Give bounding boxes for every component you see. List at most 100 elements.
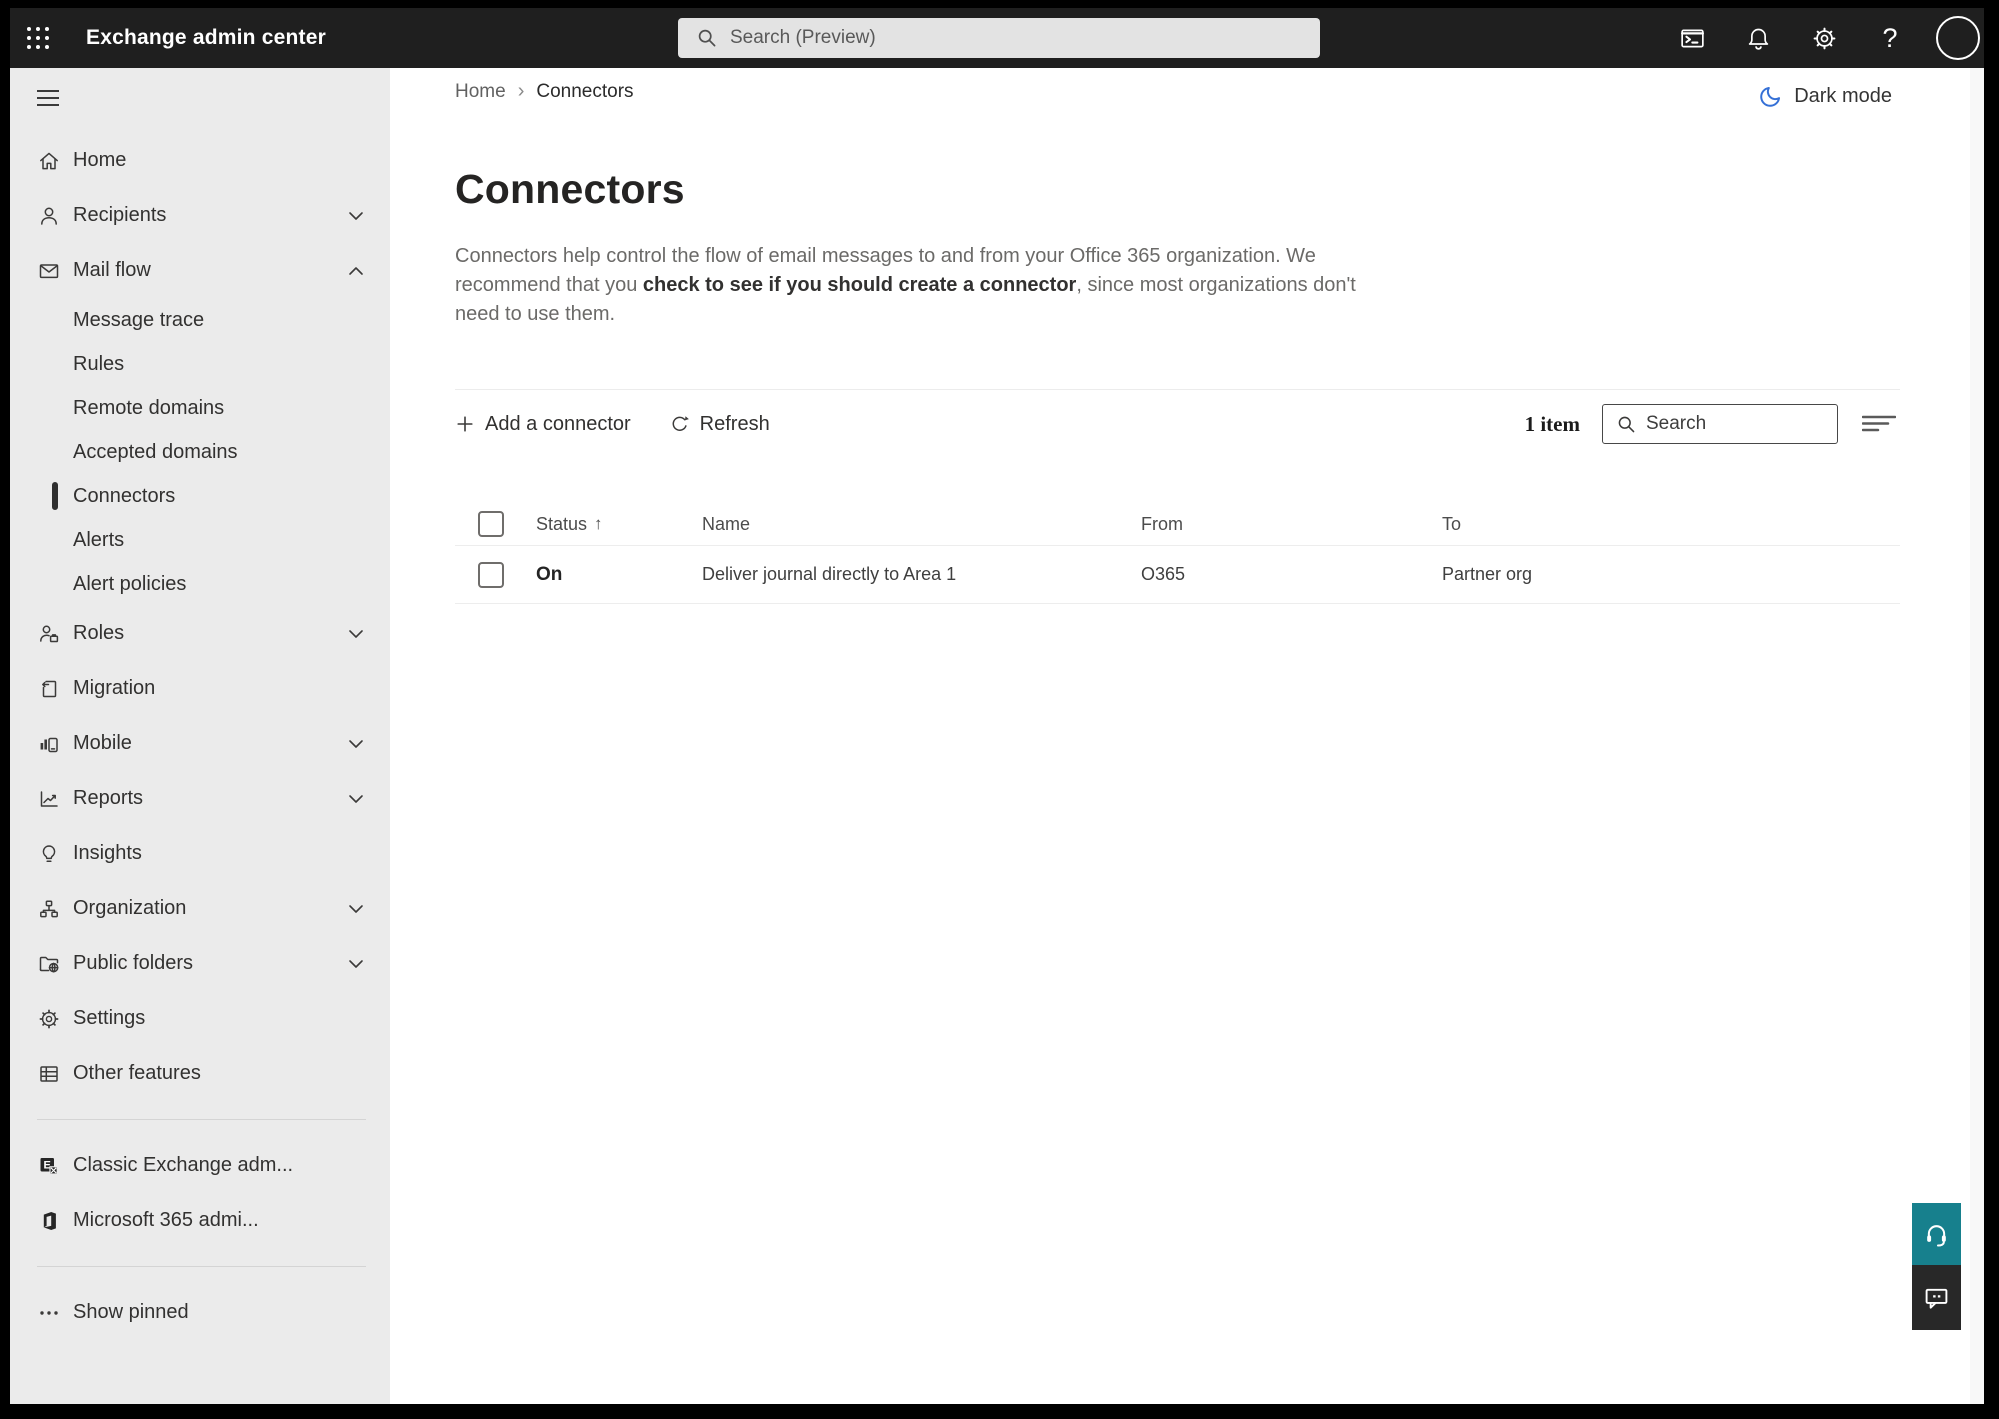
help-button[interactable]: ? <box>1870 18 1910 58</box>
sidebar-item-accepted-domains[interactable]: Accepted domains <box>10 430 390 474</box>
settings-button[interactable] <box>1804 18 1844 58</box>
plus-icon <box>457 416 473 432</box>
sidebar-item-organization[interactable]: Organization <box>10 881 390 936</box>
chevron-up-icon <box>349 266 363 275</box>
topbar-actions: ? <box>1672 8 1980 68</box>
waffle-icon <box>26 26 50 50</box>
row-checkbox[interactable] <box>478 561 504 588</box>
migration-icon <box>37 677 61 701</box>
sidebar-item-roles[interactable]: Roles <box>10 606 390 661</box>
lightbulb-icon <box>37 842 61 866</box>
chevron-down-icon <box>349 794 363 803</box>
sidebar-item-mail-flow[interactable]: Mail flow <box>10 243 390 298</box>
feedback-button[interactable] <box>1912 1265 1961 1330</box>
sidebar-item-alert-policies[interactable]: Alert policies <box>10 562 390 606</box>
dark-mode-label: Dark mode <box>1794 85 1892 107</box>
global-search-input[interactable] <box>730 27 1290 49</box>
chevron-down-icon <box>349 629 363 638</box>
app-launcher-button[interactable] <box>10 8 66 68</box>
sidebar-divider <box>37 1119 366 1120</box>
mail-icon <box>37 259 61 283</box>
sidebar-item-remote-domains[interactable]: Remote domains <box>10 386 390 430</box>
sidebar-item-microsoft-365-admin[interactable]: Microsoft 365 admi... <box>10 1193 390 1248</box>
column-header-status[interactable]: Status ↑ <box>515 514 681 535</box>
list-search-box[interactable] <box>1602 404 1838 444</box>
left-nav: Home Recipients Mail flow Message trace … <box>10 68 390 1404</box>
dark-mode-toggle[interactable]: Dark mode <box>1758 84 1892 109</box>
table-grid-icon <box>37 1062 61 1086</box>
headset-icon <box>1927 1224 1946 1247</box>
reports-icon <box>37 787 61 811</box>
list-toolbar: Add a connector Refresh 1 item <box>455 402 1896 446</box>
chevron-down-icon <box>349 959 363 968</box>
public-folder-icon <box>37 952 61 976</box>
notifications-button[interactable] <box>1738 18 1778 58</box>
sidebar-item-show-pinned[interactable]: Show pinned <box>10 1285 390 1340</box>
sidebar-divider <box>37 1266 366 1267</box>
support-button[interactable] <box>1912 1203 1961 1265</box>
question-mark-icon: ? <box>1882 22 1898 53</box>
search-icon <box>1618 416 1635 432</box>
add-connector-button[interactable]: Add a connector <box>455 413 631 436</box>
toolbar-right-group: 1 item <box>1525 404 1896 444</box>
moon-icon <box>1760 86 1781 107</box>
exchange-logo-icon: E <box>37 1154 61 1178</box>
sidebar-item-mobile[interactable]: Mobile <box>10 716 390 771</box>
bell-icon <box>1748 28 1768 50</box>
sidebar-item-public-folders[interactable]: Public folders <box>10 936 390 991</box>
sidebar-item-insights[interactable]: Insights <box>10 826 390 881</box>
breadcrumb-home[interactable]: Home <box>455 81 506 103</box>
sidebar-item-message-trace[interactable]: Message trace <box>10 298 390 342</box>
chevron-down-icon <box>349 904 363 913</box>
table-row[interactable]: On Deliver journal directly to Area 1 O3… <box>455 546 1900 604</box>
sidebar-item-reports[interactable]: Reports <box>10 771 390 826</box>
breadcrumb-current: Connectors <box>536 80 634 102</box>
sidebar-item-migration[interactable]: Migration <box>10 661 390 716</box>
page-title: Connectors <box>455 166 685 212</box>
sidebar-item-connectors[interactable]: Connectors <box>10 474 390 518</box>
sidebar-item-alerts[interactable]: Alerts <box>10 518 390 562</box>
ellipsis-icon <box>37 1301 61 1325</box>
org-chart-icon <box>37 897 61 921</box>
list-search-input[interactable] <box>1646 413 1816 435</box>
description-line: need to use them. <box>455 303 616 325</box>
account-avatar[interactable] <box>1936 16 1980 60</box>
sort-lines-icon <box>1862 415 1896 432</box>
sidebar-item-settings[interactable]: Settings <box>10 991 390 1046</box>
app-title: Exchange admin center <box>86 26 326 49</box>
refresh-icon <box>672 415 689 431</box>
vertical-scrollbar[interactable] <box>1970 68 1984 1404</box>
column-header-to[interactable]: To <box>1421 514 1900 535</box>
create-connector-link[interactable]: check to see if you should create a conn… <box>643 274 1076 296</box>
filter-button[interactable] <box>1862 413 1896 435</box>
top-app-bar: Exchange admin center Search (Preview) ? <box>10 8 1984 68</box>
column-header-name[interactable]: Name <box>681 514 1120 535</box>
sidebar-item-classic-exchange[interactable]: E Classic Exchange adm... <box>10 1138 390 1193</box>
page-description: Connectors help control the flow of emai… <box>455 242 1356 329</box>
table-header-row: Status ↑ Name From To <box>455 503 1900 546</box>
powershell-button[interactable] <box>1672 18 1712 58</box>
refresh-button[interactable]: Refresh <box>669 413 770 436</box>
sidebar-item-recipients[interactable]: Recipients <box>10 188 390 243</box>
select-all-checkbox[interactable] <box>478 511 504 537</box>
column-header-from[interactable]: From <box>1120 514 1421 535</box>
row-to: Partner org <box>1442 564 1533 584</box>
row-from: O365 <box>1141 564 1186 584</box>
row-name-link[interactable]: Deliver journal directly to Area 1 <box>681 564 1120 585</box>
description-line: recommend that you check to see if you s… <box>455 274 1356 296</box>
breadcrumb: Home › Connectors <box>455 80 634 103</box>
global-search-box[interactable] <box>678 18 1320 58</box>
nav-collapse-button[interactable] <box>37 90 59 111</box>
chevron-down-icon <box>349 739 363 748</box>
toolbar-divider <box>455 389 1900 390</box>
home-icon <box>37 149 61 173</box>
row-status: On <box>536 563 563 585</box>
gear-icon <box>1813 27 1835 49</box>
sidebar-item-other-features[interactable]: Other features <box>10 1046 390 1101</box>
speech-bubble-icon <box>1925 1288 1948 1309</box>
main-content: Home › Connectors Dark mode Connectors C… <box>390 68 1970 1404</box>
sidebar-item-home[interactable]: Home <box>10 133 390 188</box>
search-icon <box>698 29 716 47</box>
sidebar-item-rules[interactable]: Rules <box>10 342 390 386</box>
screenshot-frame: Exchange admin center Search (Preview) ?… <box>0 0 1999 1419</box>
